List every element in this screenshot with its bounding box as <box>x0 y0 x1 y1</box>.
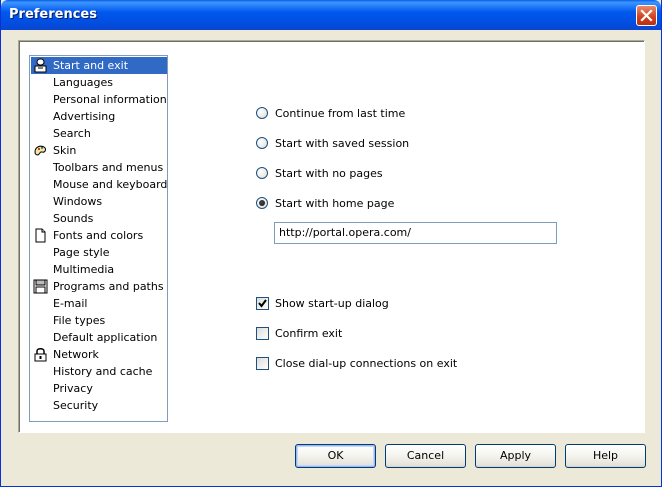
sidebar-item-languages[interactable]: Languages <box>31 74 167 91</box>
sidebar-item-file-types[interactable]: File types <box>31 312 167 329</box>
skin-icon <box>34 145 46 156</box>
sidebar-item-label: Page style <box>53 246 110 259</box>
help-button[interactable]: Help <box>565 444 646 468</box>
title-bar[interactable]: Preferences <box>1 0 661 30</box>
sidebar-item-label: Mouse and keyboard <box>53 178 168 191</box>
sidebar-item-label: Privacy <box>53 382 93 395</box>
sidebar-item-mouse-and-keyboard[interactable]: Mouse and keyboard <box>31 176 167 193</box>
sidebar-item-label: Network <box>53 348 99 361</box>
radio-label: Continue from last time <box>275 107 406 120</box>
document-icon <box>35 228 46 243</box>
ok-button[interactable]: OK <box>295 444 376 468</box>
sidebar-item-label: File types <box>53 314 106 327</box>
radio-button[interactable] <box>256 107 268 119</box>
preferences-window: Preferences Start and exit Languages Per… <box>0 0 662 487</box>
radio-button[interactable] <box>256 137 268 149</box>
sidebar-item-label: E-mail <box>53 297 88 310</box>
close-button[interactable] <box>636 5 657 26</box>
checkbox[interactable] <box>256 297 269 310</box>
close-icon <box>640 9 653 22</box>
radio-label: Start with no pages <box>275 167 383 180</box>
category-list[interactable]: Start and exit Languages Personal inform… <box>29 55 168 422</box>
sidebar-item-label: Fonts and colors <box>53 229 144 242</box>
sidebar-item-personal-information[interactable]: Personal information <box>31 91 167 108</box>
checkbox-label: Show start-up dialog <box>275 297 389 310</box>
sidebar-item-default-application[interactable]: Default application <box>31 329 167 346</box>
floppy-icon <box>33 279 48 294</box>
lock-icon <box>34 348 47 362</box>
radio-button[interactable] <box>256 167 268 179</box>
radio-label: Start with home page <box>275 197 395 210</box>
sidebar-item-label: Advertising <box>53 110 116 123</box>
checkbox-label: Close dial-up connections on exit <box>275 357 458 370</box>
sidebar-item-windows[interactable]: Windows <box>31 193 167 210</box>
sidebar-item-label: Search <box>53 127 91 140</box>
checkbox[interactable] <box>256 357 269 370</box>
sidebar-item-label: Start and exit <box>53 59 129 72</box>
sidebar-item-programs-and-paths[interactable]: Programs and paths <box>31 278 167 295</box>
sidebar-item-network[interactable]: Network <box>31 346 167 363</box>
sidebar-item-label: Security <box>53 399 99 412</box>
sidebar-item-label: History and cache <box>53 365 153 378</box>
sidebar-item-toolbars-and-menus[interactable]: Toolbars and menus <box>31 159 167 176</box>
sidebar-item-sounds[interactable]: Sounds <box>31 210 167 227</box>
sidebar-item-history-and-cache[interactable]: History and cache <box>31 363 167 380</box>
sidebar-item-label: Personal information <box>53 93 167 106</box>
checkmark-icon <box>258 299 267 308</box>
person-icon <box>34 58 47 73</box>
checkbox-label: Confirm exit <box>275 327 343 340</box>
radio-button[interactable] <box>256 197 268 209</box>
sidebar-item-label: Multimedia <box>53 263 115 276</box>
sidebar-item-page-style[interactable]: Page style <box>31 244 167 261</box>
sidebar-item-multimedia[interactable]: Multimedia <box>31 261 167 278</box>
window-title: Preferences <box>9 7 97 22</box>
sidebar-item-fonts-and-colors[interactable]: Fonts and colors <box>31 227 167 244</box>
sidebar-item-label: Windows <box>53 195 103 208</box>
sidebar-item-label: Programs and paths <box>53 280 164 293</box>
sidebar-item-skin[interactable]: Skin <box>31 142 167 159</box>
sidebar-item-start-and-exit[interactable]: Start and exit <box>31 57 167 74</box>
home-page-url-input[interactable]: http://portal.opera.com/ <box>274 222 557 244</box>
radio-label: Start with saved session <box>275 137 410 150</box>
sidebar-item-label: Sounds <box>53 212 94 225</box>
sidebar-item-label: Languages <box>53 76 114 89</box>
cancel-button[interactable]: Cancel <box>385 444 466 468</box>
sidebar-item-label: Skin <box>53 144 77 157</box>
sidebar-item-search[interactable]: Search <box>31 125 167 142</box>
sidebar-item-label: Toolbars and menus <box>53 161 164 174</box>
sidebar-item-security[interactable]: Security <box>31 397 167 414</box>
sidebar-item-label: Default application <box>53 331 158 344</box>
apply-button[interactable]: Apply <box>475 444 556 468</box>
checkbox[interactable] <box>256 327 269 340</box>
sidebar-item-advertising[interactable]: Advertising <box>31 108 167 125</box>
sidebar-item-e-mail[interactable]: E-mail <box>31 295 167 312</box>
sidebar-item-privacy[interactable]: Privacy <box>31 380 167 397</box>
